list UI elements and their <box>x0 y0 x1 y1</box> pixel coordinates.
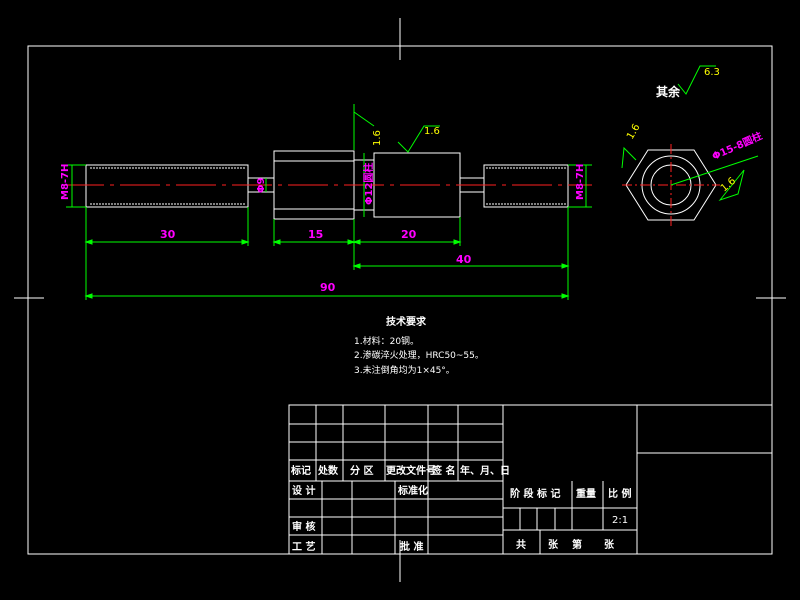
roughness-shoulder-value: 1.6 <box>424 126 440 137</box>
right-thread-section <box>483 164 569 208</box>
title-block-border <box>288 404 773 555</box>
dim-text-phi9: Φ9 <box>256 177 267 193</box>
tb-process: 工 艺 <box>292 540 315 553</box>
dim-text-phi12: Φ12圆柱 <box>362 163 375 205</box>
dimension-texts: 30 15 20 40 90 Φ9 Φ12圆柱 M8-7H M8-7H <box>60 163 586 294</box>
tb-date: 年、月、日 <box>460 464 510 477</box>
tb-design: 设 计 <box>292 484 315 497</box>
roughness-other-label: 其余 <box>656 84 681 99</box>
dim-text-90: 90 <box>320 281 336 294</box>
drawing-frame <box>14 18 786 582</box>
tech-title: 技术要求 <box>386 315 427 328</box>
dim-text-phi15: Φ15-8圆柱 <box>710 129 764 163</box>
tb-count: 处数 <box>317 464 339 477</box>
tb-standardize: 标准化 <box>397 484 428 497</box>
tb-zone: 分 区 <box>350 464 373 477</box>
tb-sheet-unit: 张 <box>548 538 559 551</box>
tb-sign: 签 名 <box>431 464 455 477</box>
dim-text-m8-left: M8-7H <box>60 164 71 200</box>
tech-line-2: 2.渗碳淬火处理，HRC50~55。 <box>354 349 484 361</box>
dim-text-30: 30 <box>160 228 176 241</box>
tb-change-doc: 更改文件号 <box>386 464 436 477</box>
dim-text-40: 40 <box>456 253 472 266</box>
roughness-right-a-value: 1.6 <box>625 122 642 141</box>
roughness-top-value: 1.6 <box>372 130 383 146</box>
tb-page: 第 <box>572 538 582 551</box>
dim-text-m8-right: M8-7H <box>575 164 586 200</box>
tech-line-3: 3.未注倒角均为1×45°。 <box>354 364 455 376</box>
tb-weight: 重量 <box>576 487 596 500</box>
roughness-right-a-symbol <box>621 146 637 169</box>
tb-page-unit: 张 <box>604 538 615 551</box>
dim-text-15: 15 <box>308 228 323 241</box>
tb-stage-mark: 阶 段 标 记 <box>510 487 560 500</box>
dim-text-20: 20 <box>401 228 417 241</box>
tb-scale: 比 例 <box>608 487 631 500</box>
roughness-texts: 其余 6.3 1.6 1.6 1.6 1.6 <box>372 67 738 194</box>
border-rect <box>27 45 773 555</box>
tb-mark: 标记 <box>290 464 311 477</box>
technical-requirements: 技术要求 1.材料：20钢。 2.渗碳淬火处理，HRC50~55。 3.未注倒角… <box>354 315 484 376</box>
engineering-drawing: 30 15 20 40 90 Φ9 Φ12圆柱 M8-7H M8-7H 其余 6… <box>14 18 786 582</box>
tb-review: 审 核 <box>292 520 315 533</box>
left-thread-section <box>85 164 249 208</box>
dimension-lines <box>66 153 592 300</box>
end-view: Φ15-8圆柱 <box>622 129 764 226</box>
roughness-right-b-value: 1.6 <box>719 176 738 195</box>
roughness-other-value: 6.3 <box>704 67 720 78</box>
tech-line-1: 1.材料：20钢。 <box>354 335 419 347</box>
roughness-top-symbol <box>353 104 375 150</box>
title-block <box>288 404 773 555</box>
tb-approve: 批 准 <box>400 540 423 553</box>
tb-scale-value: 2:1 <box>612 515 628 526</box>
tb-total: 共 <box>516 538 526 551</box>
